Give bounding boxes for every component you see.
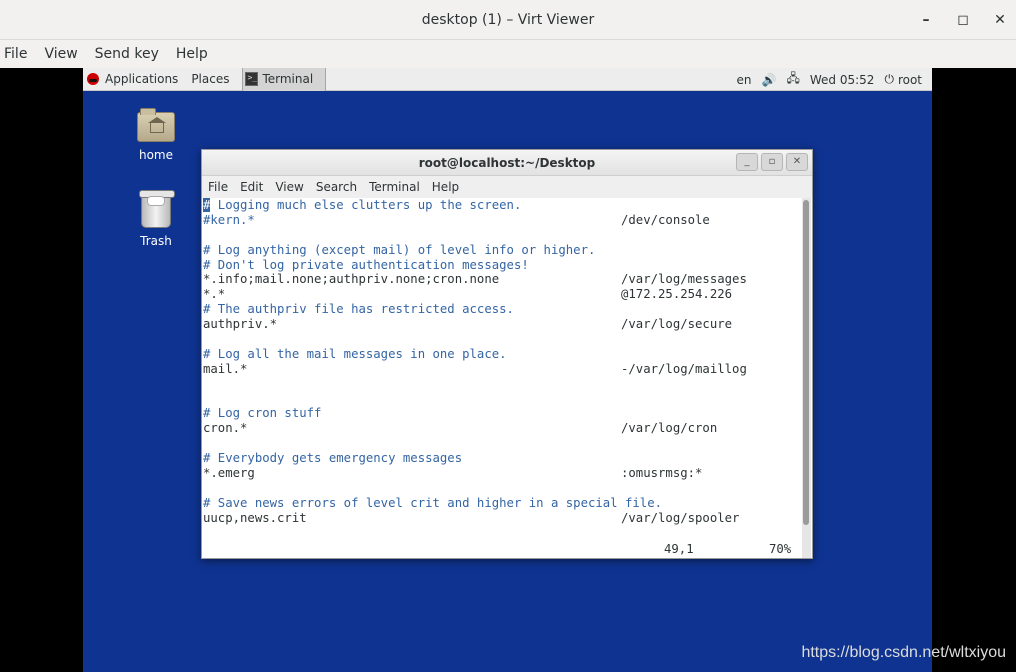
terminal-line: cron.* /var/log/cron	[203, 421, 802, 436]
config-selector: cron.*	[203, 421, 248, 436]
applications-label: Applications	[105, 72, 179, 86]
config-action: /dev/console	[621, 212, 710, 227]
config-selector: # Don't log private authentication messa…	[203, 257, 529, 272]
terminal-line: # Log all the mail messages in one place…	[203, 347, 802, 362]
clock[interactable]: Wed 05:52	[810, 73, 875, 87]
config-selector: # The authpriv file has restricted acces…	[203, 302, 514, 317]
terminal-close-icon[interactable]: ✕	[786, 153, 808, 171]
config-selector: mail.*	[203, 361, 248, 376]
terminal-title: root@localhost:~/Desktop	[418, 155, 596, 170]
config-selector: #kern.*	[203, 212, 255, 227]
taskbar-terminal[interactable]: >_ Terminal	[242, 68, 327, 91]
user-icon[interactable]: ⏻	[884, 72, 894, 87]
host-titlebar: desktop (1) – Virt Viewer – ◻ ✕	[0, 0, 1016, 40]
terminal-line: *.emerg :omusrmsg:*	[203, 466, 802, 481]
config-action: /var/log/messages	[621, 272, 747, 287]
config-action: /var/log/secure	[621, 317, 733, 332]
host-menu-file[interactable]: File	[4, 46, 27, 62]
guest-desktop: Applications Places >_ Terminal en 🔊 🖧 W…	[83, 68, 932, 672]
config-action: -/var/log/maillog	[621, 361, 747, 376]
places-menu[interactable]: Places	[191, 72, 229, 86]
terminal-line: authpriv.* /var/log/secure	[203, 317, 802, 332]
terminal-menu-view[interactable]: View	[275, 180, 303, 194]
terminal-line: #kern.* /dev/console	[203, 213, 802, 228]
config-selector: *.*	[203, 287, 226, 302]
config-action: /var/log/cron	[621, 421, 718, 436]
config-selector: # Log anything (except mail) of level in…	[203, 242, 596, 257]
text-cursor: #	[203, 198, 211, 212]
network-icon[interactable]: 🖧	[786, 69, 799, 90]
terminal-line: # Log anything (except mail) of level in…	[203, 243, 802, 258]
terminal-menu-file[interactable]: File	[208, 180, 228, 194]
config-selector: authpriv.*	[203, 317, 278, 332]
config-action: :omusrmsg:*	[621, 466, 703, 481]
config-selector: *.emerg	[203, 466, 255, 481]
desktop-home[interactable]: home	[126, 108, 186, 162]
terminal-minimize-icon[interactable]: _	[736, 153, 758, 171]
desktop-trash[interactable]: Trash	[126, 190, 186, 248]
user-name[interactable]: root	[898, 73, 922, 87]
close-icon[interactable]: ✕	[990, 10, 1010, 30]
terminal-line: uucp,news.crit/var/log/spooler	[203, 511, 802, 526]
host-menu-view[interactable]: View	[44, 46, 77, 62]
terminal-window[interactable]: root@localhost:~/Desktop _ ▫ ✕ File Edit…	[201, 149, 813, 559]
terminal-line: # Everybody gets emergency messages	[203, 451, 802, 466]
terminal-menu-help[interactable]: Help	[432, 180, 459, 194]
config-selector: # Log cron stuff	[203, 406, 322, 421]
terminal-line: # The authpriv file has restricted acces…	[203, 302, 802, 317]
maximize-icon[interactable]: ◻	[953, 10, 973, 30]
terminal-scrollbar[interactable]	[802, 198, 811, 558]
terminal-line: *.info;mail.none;authpriv.none;cron.none…	[203, 272, 802, 287]
scroll-percent: 70%	[769, 542, 792, 556]
trash-icon	[139, 190, 175, 228]
config-action: @172.25.254.226	[621, 287, 733, 302]
taskbar-terminal-label: Terminal	[262, 72, 314, 86]
terminal-menu-edit[interactable]: Edit	[240, 180, 263, 194]
config-selector: # Logging much else clutters up the scre…	[203, 198, 522, 212]
home-folder-icon	[137, 108, 175, 142]
language-indicator[interactable]: en	[737, 73, 752, 87]
host-window-title: desktop (1) – Virt Viewer	[421, 11, 595, 28]
config-selector: uucp,news.crit	[203, 510, 307, 525]
terminal-menu-search[interactable]: Search	[316, 180, 357, 194]
trash-label: Trash	[140, 234, 172, 248]
volume-icon[interactable]: 🔊	[762, 73, 777, 87]
terminal-menubar: File Edit View Search Terminal Help	[202, 176, 812, 198]
host-menu-send-key[interactable]: Send key	[95, 46, 159, 62]
terminal-line: # Don't log private authentication messa…	[203, 258, 802, 273]
host-menu-help[interactable]: Help	[176, 46, 208, 62]
watermark: https://blog.csdn.net/wltxiyou	[801, 644, 1006, 661]
vim-status-line: 49,1 70%	[202, 542, 802, 557]
terminal-line: mail.* -/var/log/maillog	[203, 362, 802, 377]
cursor-position: 49,1	[664, 542, 694, 556]
terminal-line: *.* @172.25.254.226	[203, 287, 802, 302]
config-selector: *.info;mail.none;authpriv.none;cron.none	[203, 272, 500, 287]
terminal-menu-terminal[interactable]: Terminal	[369, 180, 420, 194]
config-action: /var/log/spooler	[621, 510, 740, 525]
host-menubar: File View Send key Help	[0, 40, 1016, 68]
config-selector: # Everybody gets emergency messages	[203, 451, 463, 466]
terminal-line: # Log cron stuff	[203, 406, 802, 421]
applications-menu[interactable]: Applications	[83, 72, 191, 86]
minimize-icon[interactable]: –	[916, 10, 936, 30]
terminal-titlebar[interactable]: root@localhost:~/Desktop _ ▫ ✕	[202, 150, 812, 176]
redhat-logo-icon	[87, 73, 99, 85]
config-selector: # Log all the mail messages in one place…	[203, 346, 507, 361]
home-label: home	[138, 148, 174, 162]
terminal-text-area[interactable]: # Logging much else clutters up the scre…	[202, 198, 802, 558]
terminal-maximize-icon[interactable]: ▫	[761, 153, 783, 171]
config-selector: # Save news errors of level crit and hig…	[203, 495, 663, 510]
terminal-icon: >_	[245, 72, 259, 86]
terminal-line: # Save news errors of level crit and hig…	[203, 496, 802, 511]
terminal-line: # Logging much else clutters up the scre…	[203, 198, 802, 213]
scrollbar-thumb[interactable]	[803, 200, 809, 525]
top-panel: Applications Places >_ Terminal en 🔊 🖧 W…	[83, 68, 932, 91]
